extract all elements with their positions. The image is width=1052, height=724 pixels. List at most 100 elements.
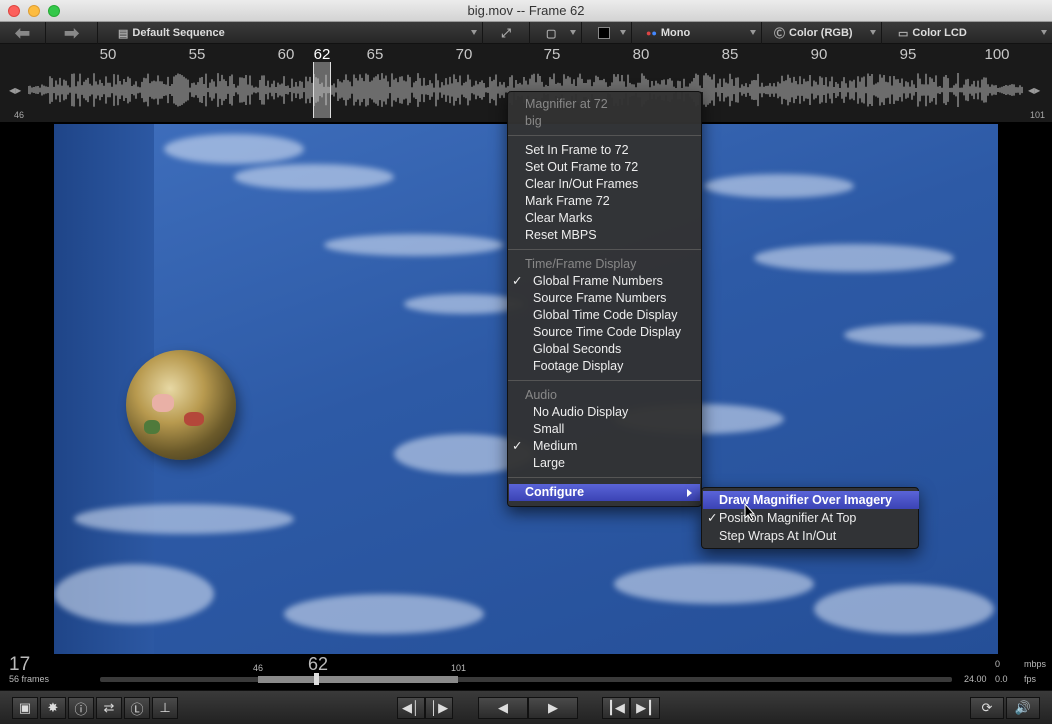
status-area: 17 56 frames 46 62 101 0 mbps 24.00 0.0 … (0, 654, 1052, 690)
monitor-icon: ▭ (898, 27, 909, 40)
ruler-number: 85 (721, 46, 739, 63)
fps-unit: fps (1024, 674, 1037, 684)
submenu-item-step-wraps[interactable]: Step Wraps At In/Out (719, 527, 836, 545)
play-reverse-icon[interactable]: ◀ (478, 697, 528, 719)
menu-item-set-out-frame[interactable]: Set Out Frame to 72 (525, 159, 638, 176)
ruler-number: 60 (277, 46, 295, 63)
menu-item-audio-large[interactable]: Large (533, 455, 565, 472)
cloud-texture (54, 564, 214, 624)
menu-section-time-display: Time/Frame Display (525, 257, 637, 271)
rolling-ball (126, 350, 236, 460)
menu-item-mark-frame[interactable]: Mark Frame 72 (525, 193, 610, 210)
color-mode-icon: Ⓒ (774, 28, 785, 40)
title-bar: big.mov -- Frame 62 (0, 0, 1052, 22)
menu-item-reset-mbps[interactable]: Reset MBPS (525, 227, 597, 244)
cloud-texture (844, 324, 984, 346)
configure-submenu: Draw Magnifier Over Imagery ✓ Position M… (701, 487, 919, 549)
cloud-texture (404, 294, 524, 314)
menu-item-footage-display[interactable]: Footage Display (533, 358, 623, 375)
crop-icon: ▢ (546, 27, 557, 40)
background-color-dropdown[interactable] (582, 22, 632, 44)
menu-item-audio-small[interactable]: Small (533, 421, 564, 438)
menu-item-set-in-frame[interactable]: Set In Frame to 72 (525, 142, 629, 159)
menu-item-clear-in-out[interactable]: Clear In/Out Frames (525, 176, 638, 193)
cloud-texture (704, 174, 854, 198)
cloud-texture (814, 584, 994, 634)
ruler-number: 100 (984, 46, 1010, 63)
range-scrubber[interactable] (100, 677, 952, 682)
document-icon: ▤ (118, 27, 129, 40)
crop-dropdown[interactable]: ▢ (530, 22, 582, 44)
step-forward-icon[interactable]: │▶ (425, 697, 453, 719)
ruler-number: 65 (366, 46, 384, 63)
ruler-number: 90 (810, 46, 828, 63)
go-to-end-icon[interactable]: ▶┃ (630, 697, 660, 719)
toolbar: ⬅ ➡ ▤ Default Sequence ⤢ ▢ ●● Mono Ⓒ Col… (0, 22, 1052, 44)
range-start-label: 46 (253, 663, 264, 673)
submenu-arrow-icon (687, 489, 692, 497)
submenu-item-position-magnifier[interactable]: ✓ Position Magnifier At Top (707, 509, 856, 527)
menu-item-source-frame-numbers[interactable]: Source Frame Numbers (533, 290, 666, 307)
start-frame-label: 46 (14, 110, 25, 120)
scroll-right-icon[interactable]: ◀▶ (1028, 86, 1040, 95)
cloud-texture (614, 564, 814, 604)
session-icon[interactable]: ▣ (12, 697, 38, 719)
current-frame-large: 17 (9, 654, 31, 675)
cloud-texture (234, 164, 394, 190)
swap-icon[interactable]: ⇄ (96, 697, 122, 719)
display-profile-dropdown[interactable]: ▭ Color LCD (882, 22, 1052, 44)
ruler-number: 50 (99, 46, 117, 63)
menu-item-source-time-code[interactable]: Source Time Code Display (533, 324, 681, 341)
mbps-unit: mbps (1024, 659, 1047, 669)
scroll-left-icon[interactable]: ◀▶ (9, 86, 21, 95)
range-end-label: 101 (451, 663, 467, 673)
menu-item-global-seconds[interactable]: Global Seconds (533, 341, 621, 358)
menu-item-audio-medium[interactable]: ✓ Medium (512, 438, 577, 455)
menu-item-configure[interactable]: Configure (509, 484, 700, 501)
range-current-label: 62 (308, 654, 329, 674)
menu-item-no-audio[interactable]: No Audio Display (533, 404, 628, 421)
menu-item-clear-marks[interactable]: Clear Marks (525, 210, 592, 227)
menu-header-subtitle: big (525, 114, 542, 128)
menu-header-title: Magnifier at 72 (525, 97, 608, 111)
ruler-number: 70 (455, 46, 473, 63)
cloud-texture (164, 134, 304, 164)
checkmark-icon: ✓ (512, 439, 523, 453)
inspector-icon[interactable]: Ⓛ (124, 697, 150, 719)
cloud-texture (74, 504, 294, 534)
current-frame-number: 62 (313, 46, 331, 63)
color-wheel-icon[interactable]: ✸ (40, 697, 66, 719)
sequence-dropdown[interactable]: ▤ Default Sequence (98, 22, 483, 44)
fps-target: 24.00 (964, 674, 987, 684)
in-out-range[interactable] (258, 676, 458, 683)
submenu-item-draw-magnifier[interactable]: Draw Magnifier Over Imagery (703, 491, 919, 509)
color-mode-dropdown[interactable]: Ⓒ Color (RGB) (762, 22, 882, 44)
volume-icon[interactable]: 🔊 (1006, 697, 1040, 719)
channels-icon: ●● (646, 28, 657, 38)
loop-mode-icon[interactable]: ⟳ (970, 697, 1004, 719)
go-to-start-icon[interactable]: ┃◀ (602, 697, 630, 719)
cloud-texture (324, 234, 504, 256)
fit-to-window-icon[interactable]: ⤢ (483, 22, 530, 44)
end-frame-label: 101 (1030, 110, 1046, 120)
menu-item-global-time-code[interactable]: Global Time Code Display (533, 307, 678, 324)
play-forward-icon[interactable]: ▶ (528, 697, 578, 719)
current-frame-marker[interactable] (313, 62, 331, 118)
step-back-icon[interactable]: ◀│ (397, 697, 425, 719)
playback-controls: ▣ ✸ ⓘ ⇄ Ⓛ ⊥ ◀│ │▶ ◀ ▶ ┃◀ ▶┃ ⟳ 🔊 (0, 690, 1052, 724)
window-title: big.mov -- Frame 62 (467, 3, 585, 18)
menu-section-audio: Audio (525, 388, 557, 402)
checkmark-icon: ✓ (512, 274, 523, 288)
back-arrow-icon[interactable]: ⬅ (0, 22, 46, 44)
channels-dropdown[interactable]: ●● Mono (632, 22, 762, 44)
color-swatch-icon (598, 27, 610, 39)
forward-arrow-icon[interactable]: ➡ (46, 22, 98, 44)
menu-item-global-frame-numbers[interactable]: ✓ Global Frame Numbers (512, 273, 663, 290)
info-icon[interactable]: ⓘ (68, 697, 94, 719)
ruler-number: 80 (632, 46, 650, 63)
ruler-number: 55 (188, 46, 206, 63)
range-playhead[interactable] (314, 673, 319, 685)
anchor-icon[interactable]: ⊥ (152, 697, 178, 719)
cloud-texture (754, 244, 954, 272)
checkmark-icon: ✓ (707, 511, 718, 525)
